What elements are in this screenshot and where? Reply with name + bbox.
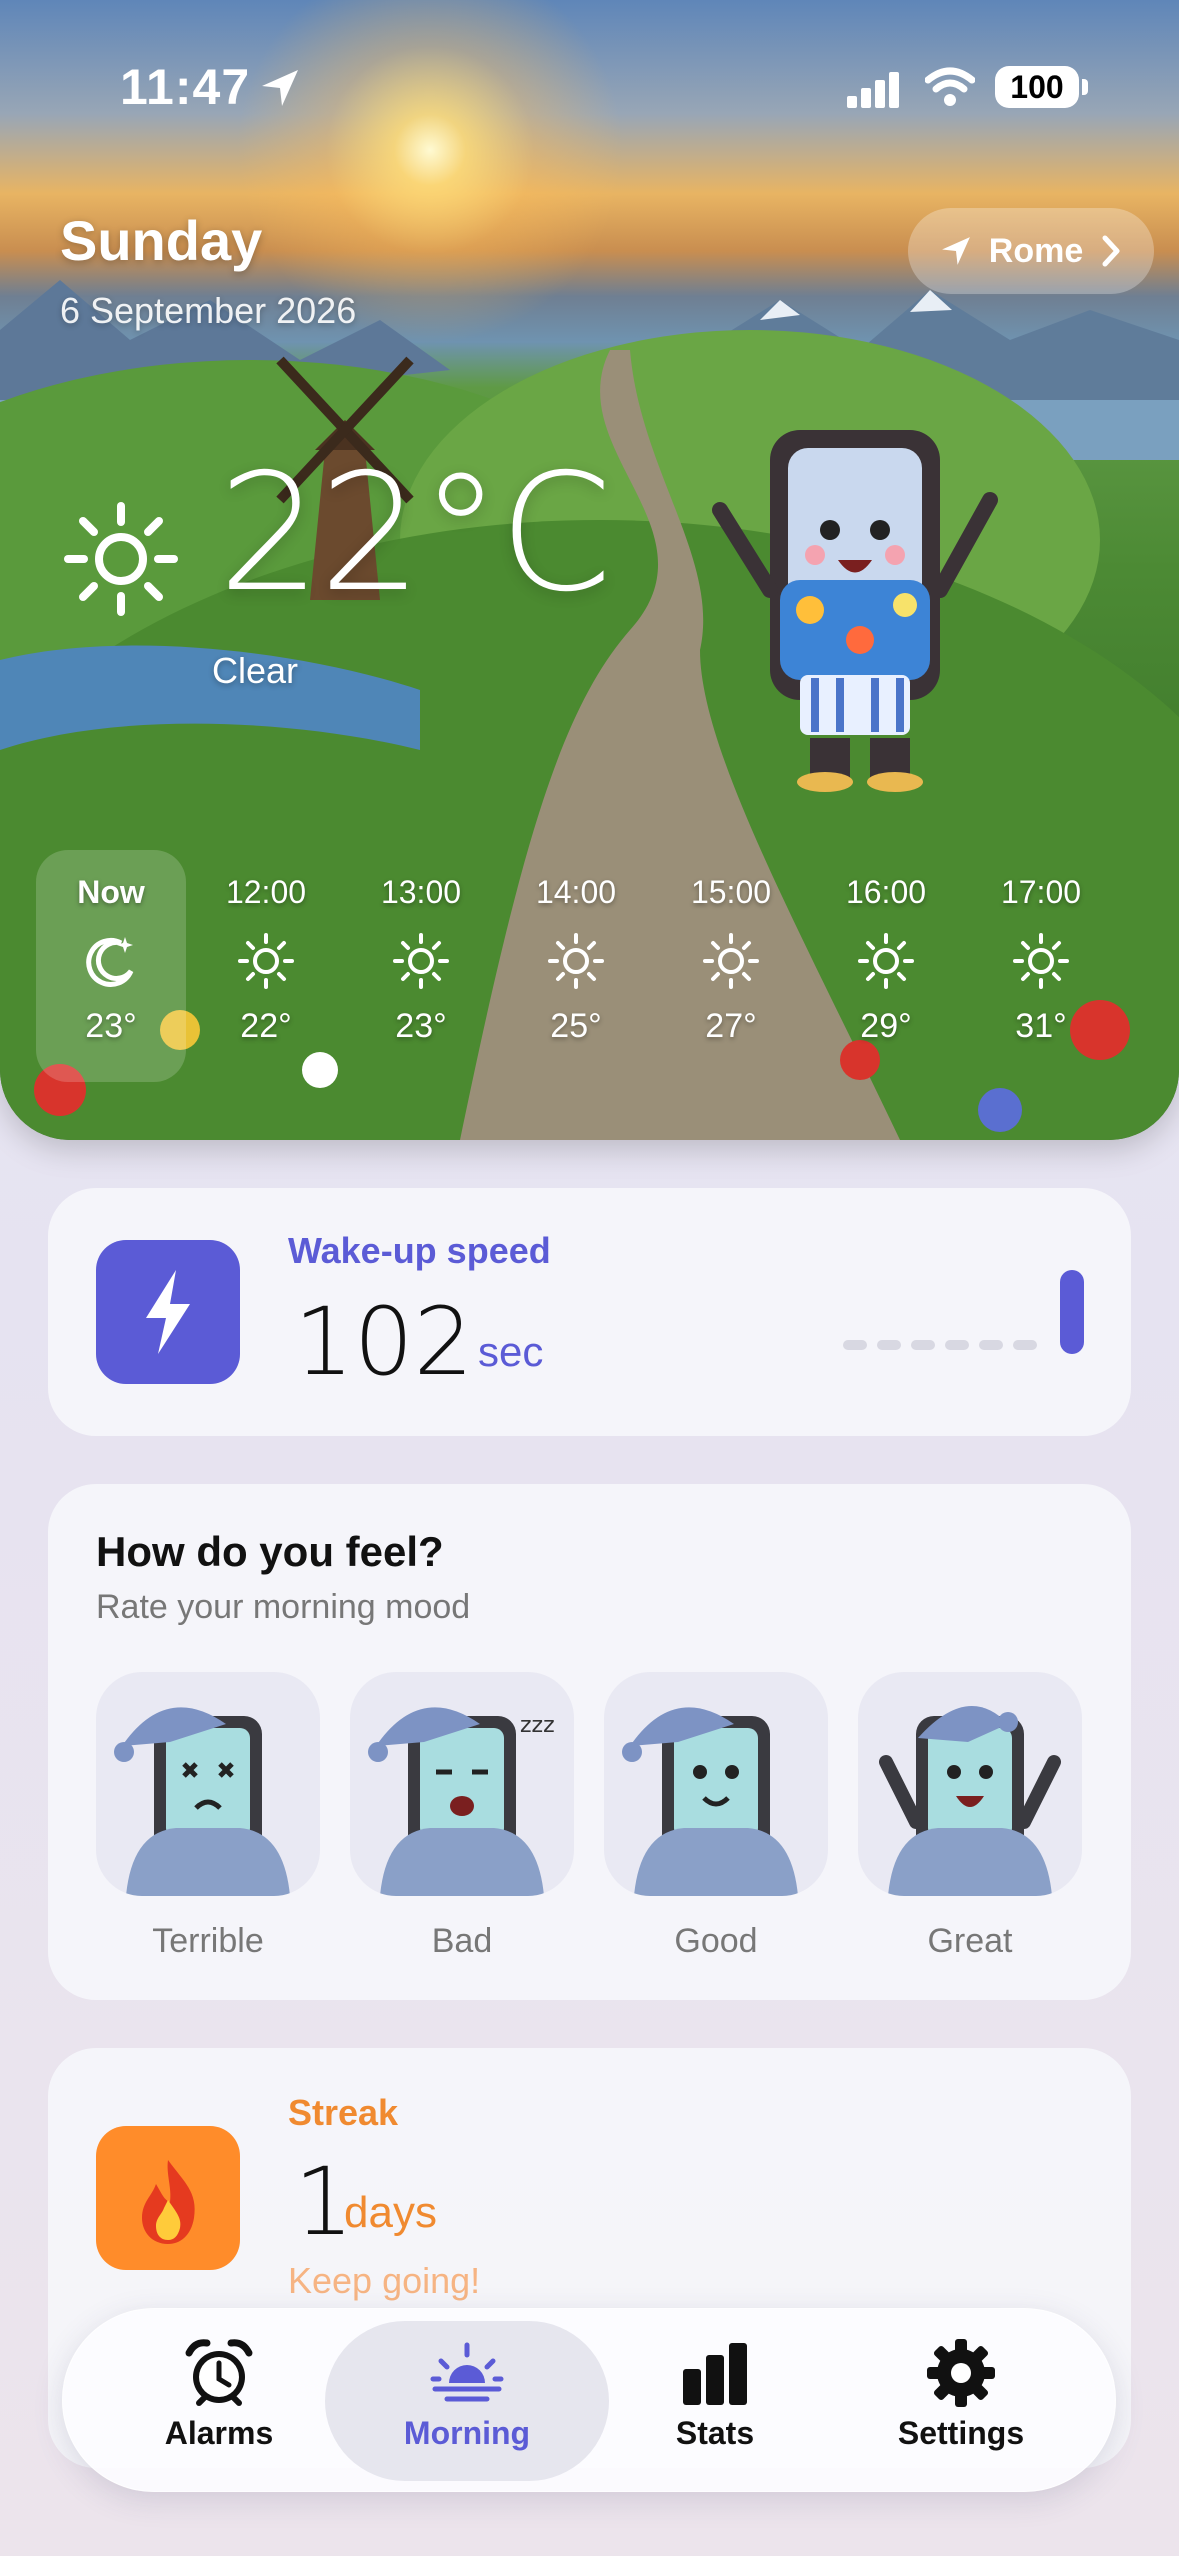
- location-label: Rome: [988, 231, 1084, 270]
- cellular-signal-icon: [847, 72, 899, 108]
- mood-option-terrible[interactable]: Terrible: [96, 1672, 320, 1961]
- hour-label: 17:00: [1000, 874, 1082, 910]
- sun-icon: [858, 933, 914, 989]
- hourly-item: 15:00 27°: [656, 850, 806, 1082]
- weather-hero: 11:47 100 Sunday 6 September 2026 Rome 2…: [0, 0, 1179, 1140]
- mood-subtitle: Rate your morning mood: [96, 1588, 471, 1626]
- history-dash: [945, 1340, 969, 1350]
- sun-icon: [393, 933, 449, 989]
- mood-option-good[interactable]: Good: [604, 1672, 828, 1961]
- hour-temp: 22°: [240, 1007, 292, 1045]
- hour-temp: 25°: [550, 1007, 602, 1045]
- mascot-bad-face: zzz: [350, 1672, 574, 1896]
- phone-mascot-illustration: [712, 430, 998, 792]
- hourly-item-now: Now 23°: [36, 850, 186, 1082]
- day-label: Sunday: [60, 209, 263, 272]
- hour-label: 13:00: [380, 874, 462, 910]
- location-arrow-icon: [262, 70, 298, 106]
- moon-stars-icon: [86, 937, 134, 987]
- hourly-item: 17:00 31°: [966, 850, 1116, 1082]
- streak-unit: days: [344, 2188, 437, 2237]
- wake-up-history-placeholders: [843, 1340, 1037, 1350]
- mood-option-label: Bad: [431, 1922, 493, 1960]
- mood-option-label: Good: [674, 1922, 758, 1960]
- wake-up-history-bar: [1060, 1270, 1084, 1354]
- mood-option-great[interactable]: Great: [858, 1672, 1082, 1961]
- tab-label: Morning: [403, 2415, 531, 2451]
- location-button[interactable]: Rome: [908, 208, 1154, 294]
- tab-label: Settings: [897, 2415, 1025, 2451]
- sun-icon: [64, 502, 178, 616]
- history-dash: [911, 1340, 935, 1350]
- history-dash: [877, 1340, 901, 1350]
- wake-up-speed-unit: sec: [478, 1328, 544, 1375]
- date-label: 6 September 2026: [60, 290, 357, 331]
- hour-label: 16:00: [845, 874, 927, 910]
- mascot-great-face: [858, 1672, 1082, 1896]
- hourly-item: 13:00 23°: [346, 850, 496, 1082]
- lightning-bolt-icon: [96, 1240, 240, 1384]
- mood-option-label: Great: [927, 1922, 1013, 1960]
- flame-icon: [96, 2126, 240, 2270]
- tab-label: Alarms: [164, 2415, 274, 2451]
- tab-alarms[interactable]: Alarms: [77, 2321, 361, 2481]
- history-dash: [843, 1340, 867, 1350]
- sun-icon: [548, 933, 604, 989]
- tab-bar: Alarms Morning Stats Settings: [62, 2308, 1116, 2492]
- history-dash: [979, 1340, 1003, 1350]
- chevron-right-icon: [1102, 235, 1120, 267]
- wifi-icon: [925, 67, 975, 106]
- hour-label: 12:00: [225, 874, 307, 910]
- gear-icon: [927, 2339, 995, 2407]
- mascot-terrible-face: [96, 1672, 320, 1896]
- hour-label: 14:00: [535, 874, 617, 910]
- bar-chart-icon: [683, 2343, 747, 2405]
- hour-temp: 23°: [395, 1007, 447, 1045]
- mood-title: How do you feel?: [96, 1528, 444, 1575]
- current-condition: Clear: [212, 650, 299, 691]
- hourly-item: 14:00 25°: [501, 850, 651, 1082]
- streak-label: Streak: [288, 2092, 399, 2133]
- mascot-good-face: [604, 1672, 828, 1896]
- mood-option-label: Terrible: [152, 1922, 264, 1960]
- hour-temp: 29°: [860, 1007, 912, 1045]
- mood-option-bad[interactable]: zzz Bad: [350, 1672, 574, 1961]
- hourly-item: 16:00 29°: [811, 850, 961, 1082]
- sun-icon: [238, 933, 294, 989]
- alarm-clock-icon: [185, 2339, 253, 2406]
- history-dash: [1013, 1340, 1037, 1350]
- hourly-item: 12:00 22°: [191, 850, 341, 1082]
- wake-up-speed-card[interactable]: Wake-up speed 102 sec: [48, 1188, 1131, 1436]
- hour-temp: 23°: [85, 1007, 137, 1045]
- tab-label: Stats: [675, 2415, 755, 2451]
- mood-card: How do you feel? Rate your morning mood …: [48, 1484, 1131, 2000]
- wake-up-speed-label: Wake-up speed: [288, 1230, 551, 1271]
- sun-icon: [703, 933, 759, 989]
- location-arrow-icon: [941, 237, 970, 265]
- status-bar: 11:47 100: [0, 0, 1179, 170]
- status-time: 11:47: [120, 59, 251, 115]
- wake-up-speed-value: 102: [294, 1288, 474, 1397]
- battery-indicator: 100: [995, 66, 1088, 108]
- hour-temp: 31°: [1015, 1007, 1067, 1045]
- hour-label: 15:00: [690, 874, 772, 910]
- sun-icon: [1013, 933, 1069, 989]
- hour-temp: 27°: [705, 1007, 757, 1045]
- tab-morning[interactable]: Morning: [325, 2321, 609, 2481]
- tab-stats[interactable]: Stats: [573, 2321, 857, 2481]
- streak-note: Keep going!: [288, 2260, 481, 2301]
- current-temperature: 22°C: [218, 440, 612, 628]
- tab-settings[interactable]: Settings: [819, 2321, 1103, 2481]
- sunrise-icon: [430, 2342, 504, 2402]
- svg-text:zzz: zzz: [520, 1713, 555, 1738]
- hourly-forecast[interactable]: Now 23° 12:00 22° 13:00 23° 14:00 25° 15…: [36, 850, 1179, 1082]
- hour-label: Now: [77, 874, 145, 910]
